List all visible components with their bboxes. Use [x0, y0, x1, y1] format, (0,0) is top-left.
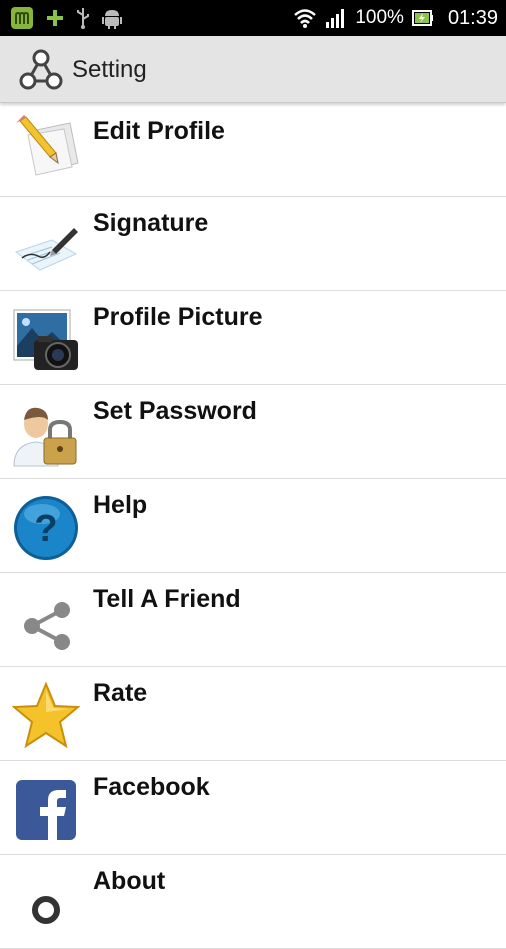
signal-icon: [326, 9, 345, 28]
share-network-logo-icon[interactable]: [17, 48, 65, 92]
menu-item-label: Facebook: [93, 773, 210, 801]
status-bar-notifications: [10, 6, 122, 30]
help-question-icon: ?: [14, 496, 78, 560]
battery-icon: [411, 10, 433, 26]
android-icon: [102, 10, 122, 29]
svg-text:?: ?: [34, 508, 57, 550]
menu-item-set-password[interactable]: Set Password: [0, 385, 506, 479]
menu-item-about[interactable]: About: [0, 855, 506, 949]
menu-item-rate[interactable]: Rate: [0, 667, 506, 761]
camera-picture-icon: [13, 309, 78, 370]
action-bar: Setting: [0, 36, 506, 103]
status-bar-system: 100% 01:39: [293, 6, 498, 30]
menu-item-label: Help: [93, 491, 148, 519]
menu-item-label: Rate: [93, 679, 148, 707]
m-app-icon: [11, 7, 33, 29]
share-icon: [24, 602, 70, 650]
usb-icon: [77, 8, 89, 29]
menu-item-label: Set Password: [93, 397, 257, 425]
star-icon: [12, 682, 80, 749]
clock: 01:39: [447, 6, 498, 29]
menu-item-label: Tell A Friend: [93, 585, 241, 613]
menu-item-label: Edit Profile: [93, 117, 225, 145]
menu-item-edit-profile[interactable]: Edit Profile: [0, 103, 506, 197]
page-title: Setting: [72, 56, 147, 83]
wifi-icon: [294, 9, 317, 28]
facebook-icon: [16, 780, 76, 840]
signature-pen-icon: [14, 228, 78, 271]
menu-item-label: Profile Picture: [93, 303, 263, 331]
menu-item-signature[interactable]: Signature: [0, 197, 506, 291]
about-icon: [32, 896, 60, 924]
menu-item-label: Signature: [93, 209, 209, 237]
menu-item-facebook[interactable]: Facebook: [0, 761, 506, 855]
plus-icon: [47, 10, 63, 26]
user-lock-icon: [13, 407, 77, 467]
menu-item-help[interactable]: ? Help: [0, 479, 506, 573]
battery-percent: 100%: [355, 7, 404, 28]
menu-item-profile-picture[interactable]: Profile Picture: [0, 291, 506, 385]
status-bar: 100% 01:39: [0, 0, 506, 36]
menu-item-tell-a-friend[interactable]: Tell A Friend: [0, 573, 506, 667]
menu-item-label: About: [93, 867, 166, 895]
edit-pencil-icon: [16, 115, 79, 176]
settings-menu: Edit Profile Signature Profile Picture S…: [0, 103, 506, 949]
